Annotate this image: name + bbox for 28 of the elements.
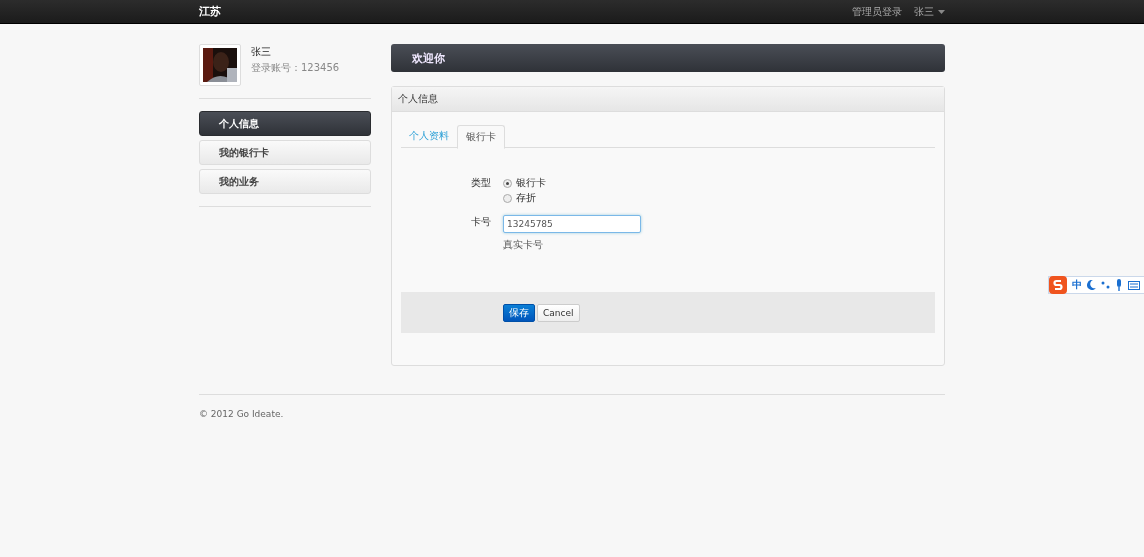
user-menu[interactable]: 张三 [914,4,945,19]
punctuation-icon[interactable] [1101,280,1110,290]
account-number: 登录账号：123456 [251,61,340,75]
nav-link[interactable]: 管理员登录 [852,4,902,19]
save-button[interactable]: 保存 [503,303,535,322]
user-name: 张三 [251,45,272,59]
sidebar-item[interactable]: 个人信息 [199,111,371,136]
microphone-icon[interactable] [1115,279,1123,291]
radio-button[interactable] [503,193,512,203]
field-label: 类型 [470,176,491,190]
card-number-field[interactable]: 13245785 [503,215,641,233]
tab[interactable]: 银行卡 [457,125,505,149]
banner-title: 欢迎你 [412,50,445,66]
ime-mode-toggle[interactable]: 中 [1072,278,1082,292]
radio-button[interactable] [503,178,512,188]
radio-label: 存折 [516,191,536,205]
sidebar-item[interactable]: 我的银行卡 [199,140,371,165]
panel-title: 个人信息 [392,87,944,112]
moon-icon[interactable] [1087,280,1096,290]
radio-label: 银行卡 [516,176,546,190]
sidebar-item[interactable]: 我的业务 [199,169,371,194]
brand-title[interactable]: 江苏 [199,4,221,19]
copyright-text: © 2012 Go Ideate. [199,409,284,419]
keyboard-icon[interactable] [1128,280,1140,290]
field-label: 卡号 [470,215,491,229]
caret-icon [938,9,945,14]
cancel-button[interactable]: Cancel [537,303,580,322]
help-text: 真实卡号 [503,238,544,252]
